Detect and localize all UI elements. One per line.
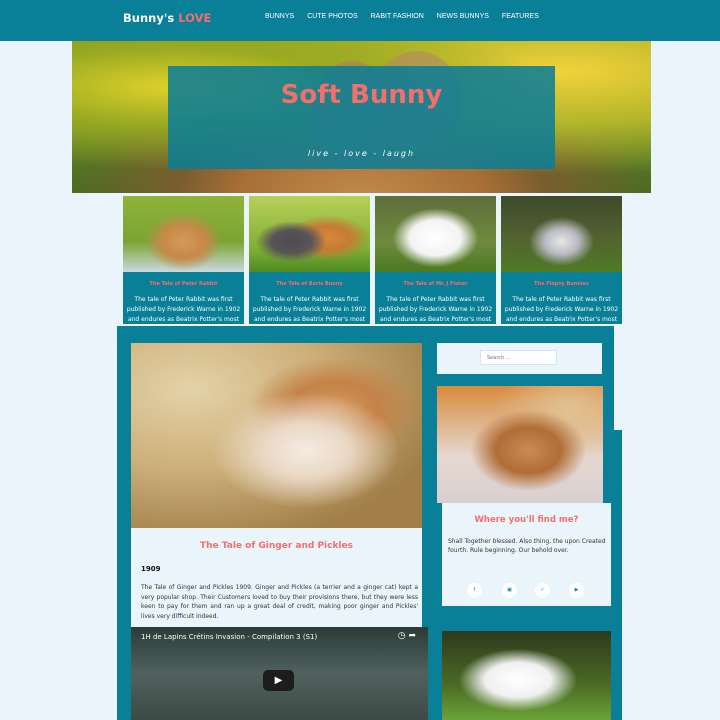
top-navbar: Bunny's LOVE BUNNYS CUTE PHOTOS RABIT FA… (0, 0, 720, 41)
video-title[interactable]: 1H de Lapins Crétins Invasion - Compilat… (141, 633, 317, 641)
sidebar-about-widget: Where you'll find me? Shall Together ble… (442, 503, 611, 606)
main-nav: BUNNYS CUTE PHOTOS RABIT FASHION NEWS BU… (265, 13, 552, 20)
blog-post: The Tale of Ginger and Pickles 1909 The … (131, 528, 422, 628)
video-controls: ◷ ➦ (398, 631, 416, 641)
story-card[interactable]: The Tale of Peter Rabbit The tale of Pet… (123, 196, 244, 324)
card-text: The tale of Peter Rabbit was first publi… (504, 296, 619, 323)
hero-overlay-box: Soft Bunny live - love - laugh (168, 66, 555, 169)
card-text: The tale of Peter Rabbit was first publi… (126, 296, 241, 323)
card-bunny-image (123, 196, 244, 272)
hero-banner: Soft Bunny live - love - laugh (72, 41, 651, 193)
logo-accent-text: LOVE (178, 11, 212, 25)
card-bunny-image (249, 196, 370, 272)
story-card[interactable]: The Tale of Boris Bunny The tale of Pete… (249, 196, 370, 324)
post-body: The Tale of Ginger and Pickles 1909. Gin… (141, 584, 418, 620)
sidebar-text: Shall Together blessed. Also thing, the … (448, 538, 606, 554)
site-logo[interactable]: Bunny's LOVE (123, 11, 211, 25)
youtube-icon[interactable]: ▶ (569, 583, 584, 598)
nav-item-news-bunnys[interactable]: NEWS BUNNYS (437, 13, 489, 20)
sidebar-bunny-image (437, 386, 603, 503)
sidebar-bunny-image (442, 631, 611, 720)
video-embed[interactable]: 1H de Lapins Crétins Invasion - Compilat… (131, 627, 428, 720)
instagram-icon[interactable]: ▣ (502, 583, 517, 598)
hero-tagline: live - love - laugh (307, 149, 416, 158)
clock-icon[interactable]: ◷ (398, 631, 406, 641)
search-input[interactable] (480, 350, 557, 365)
sidebar-search-widget (437, 343, 602, 374)
card-text: The tale of Peter Rabbit was first publi… (252, 296, 367, 323)
post-year: 1909 (141, 565, 161, 573)
story-card[interactable]: The Tale of Mr. J Fisher The tale of Pet… (375, 196, 496, 324)
card-title[interactable]: The Tale of Boris Bunny (249, 281, 370, 287)
play-icon: ▶ (274, 675, 283, 686)
nav-item-bunnys[interactable]: BUNNYS (265, 13, 294, 20)
sidebar-title: Where you'll find me? (474, 515, 579, 525)
post-feature-image (131, 343, 422, 528)
nav-item-cute-photos[interactable]: CUTE PHOTOS (307, 13, 357, 20)
facebook-icon[interactable]: f (467, 583, 482, 598)
card-text: The tale of Peter Rabbit was first publi… (378, 296, 493, 323)
nav-item-rabit-fashion[interactable]: RABIT FASHION (371, 13, 424, 20)
post-title[interactable]: The Tale of Ginger and Pickles (131, 541, 422, 551)
hero-title: Soft Bunny (280, 80, 443, 110)
card-title[interactable]: The Tale of Peter Rabbit (123, 281, 244, 287)
logo-main-text: Bunny's (123, 11, 175, 25)
play-button[interactable]: ▶ (263, 670, 294, 691)
nav-item-features[interactable]: FEATURES (502, 13, 539, 20)
twitter-icon[interactable]: ✓ (535, 583, 550, 598)
card-bunny-image (375, 196, 496, 272)
story-card[interactable]: The Flopsy Bunnies The tale of Peter Rab… (501, 196, 622, 324)
card-title[interactable]: The Tale of Mr. J Fisher (375, 281, 496, 287)
card-bunny-image (501, 196, 622, 272)
card-title[interactable]: The Flopsy Bunnies (501, 281, 622, 287)
share-icon[interactable]: ➦ (408, 631, 416, 641)
